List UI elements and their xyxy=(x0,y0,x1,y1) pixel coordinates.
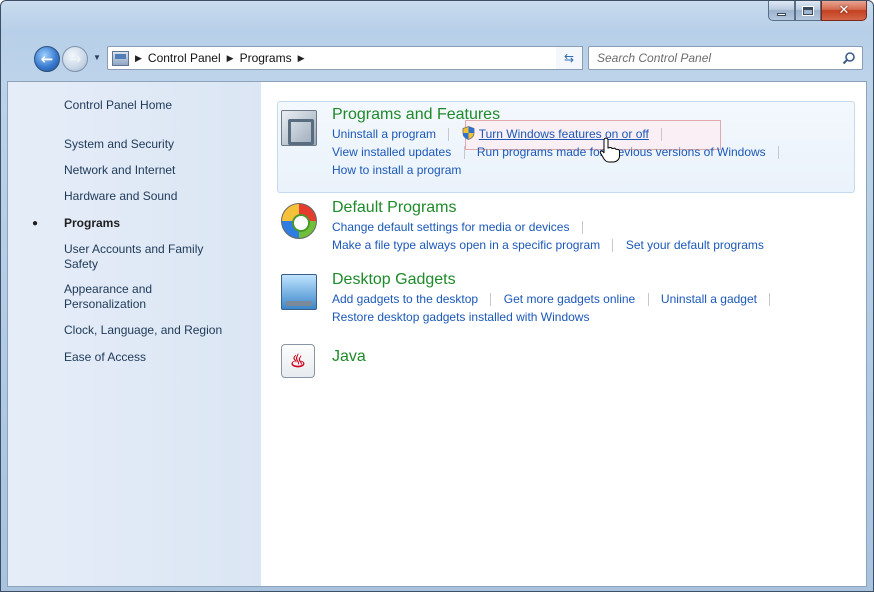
sidebar: Control Panel Home System and Security N… xyxy=(8,82,261,586)
link-separator xyxy=(448,128,450,142)
caption-buttons: ✕ xyxy=(768,1,867,21)
view-installed-updates-link[interactable]: View installed updates xyxy=(332,145,451,159)
uninstall-program-link[interactable]: Uninstall a program xyxy=(332,127,436,141)
links-row: Make a file type always open in a specif… xyxy=(332,236,764,254)
programs-and-features-section: Programs and Features Uninstall a progra… xyxy=(332,105,788,179)
link-separator xyxy=(581,221,583,235)
java-section: Java xyxy=(332,347,366,367)
breadcrumb-arrow-icon[interactable]: ▶ xyxy=(298,53,305,64)
link-separator xyxy=(463,146,465,160)
maximize-button[interactable] xyxy=(795,1,821,21)
java-icon[interactable]: ♨ xyxy=(281,344,315,378)
search-input[interactable] xyxy=(597,51,827,65)
link-separator xyxy=(661,128,663,142)
turn-windows-features-link[interactable]: Turn Windows features on or off xyxy=(479,127,649,141)
breadcrumb-control-panel[interactable]: Control Panel xyxy=(148,51,221,65)
how-to-install-link[interactable]: How to install a program xyxy=(332,161,788,179)
desktop-gadgets-section: Desktop Gadgets Add gadgets to the deskt… xyxy=(332,270,779,326)
desktop-gadgets-icon[interactable] xyxy=(281,274,317,310)
restore-gadgets-link[interactable]: Restore desktop gadgets installed with W… xyxy=(332,308,779,326)
programs-and-features-title[interactable]: Programs and Features xyxy=(332,105,788,125)
close-button[interactable]: ✕ xyxy=(821,1,867,21)
hand-cursor-icon xyxy=(599,137,620,163)
title-bar[interactable]: ✕ xyxy=(1,1,873,31)
sidebar-item-network-and-internet[interactable]: Network and Internet xyxy=(64,163,175,178)
forward-button[interactable]: → xyxy=(62,46,88,72)
sidebar-item-user-accounts[interactable]: User Accounts and Family Safety xyxy=(64,242,234,272)
links-row: Uninstall a program Turn Windows feature… xyxy=(332,125,788,143)
forward-arrow-icon: → xyxy=(68,50,82,68)
active-bullet-icon: ● xyxy=(32,218,39,229)
java-title[interactable]: Java xyxy=(332,347,366,367)
get-more-gadgets-link[interactable]: Get more gadgets online xyxy=(504,292,635,306)
set-default-programs-link[interactable]: Set your default programs xyxy=(626,238,764,252)
run-previous-versions-link[interactable]: Run programs made for previous versions … xyxy=(477,145,766,159)
search-box[interactable] xyxy=(588,46,863,70)
add-gadgets-link[interactable]: Add gadgets to the desktop xyxy=(332,292,478,306)
recent-pages-dropdown[interactable]: ▼ xyxy=(93,53,101,62)
default-programs-icon[interactable] xyxy=(281,203,317,239)
programs-and-features-icon[interactable] xyxy=(281,110,317,146)
back-button[interactable]: ← xyxy=(34,46,60,72)
search-icon[interactable] xyxy=(842,51,856,65)
uninstall-gadget-link[interactable]: Uninstall a gadget xyxy=(661,292,757,306)
link-separator xyxy=(647,293,649,307)
refresh-icon: ⇆ xyxy=(563,51,575,65)
close-icon: ✕ xyxy=(838,3,850,18)
sidebar-item-system-and-security[interactable]: System and Security xyxy=(64,137,174,152)
sidebar-item-clock-language-region[interactable]: Clock, Language, and Region xyxy=(64,323,222,338)
default-programs-title[interactable]: Default Programs xyxy=(332,198,764,218)
change-default-settings-link[interactable]: Change default settings for media or dev… xyxy=(332,220,569,234)
back-arrow-icon: ← xyxy=(40,50,54,68)
links-row: View installed updates Run programs made… xyxy=(332,143,788,161)
minimize-icon xyxy=(777,12,786,16)
main-panel: Programs and Features Uninstall a progra… xyxy=(261,82,866,586)
link-separator xyxy=(778,146,780,160)
default-programs-section: Default Programs Change default settings… xyxy=(332,198,764,254)
link-separator xyxy=(490,293,492,307)
control-panel-icon xyxy=(112,50,129,66)
file-type-association-link[interactable]: Make a file type always open in a specif… xyxy=(332,238,600,252)
minimize-button[interactable] xyxy=(768,1,795,21)
refresh-button[interactable]: ⇆ xyxy=(556,46,583,70)
sidebar-item-programs: Programs xyxy=(64,216,121,230)
links-row: Change default settings for media or dev… xyxy=(332,218,764,236)
link-separator xyxy=(769,293,771,307)
address-bar[interactable]: ▶ Control Panel ▶ Programs ▶ ▼ xyxy=(107,46,583,70)
navigation-bar: ← → ▼ ▶ Control Panel ▶ Programs ▶ ▼ ⇆ xyxy=(1,31,873,83)
link-separator xyxy=(612,239,614,253)
sidebar-item-appearance[interactable]: Appearance and Personalization xyxy=(64,282,194,312)
sidebar-item-hardware-and-sound[interactable]: Hardware and Sound xyxy=(64,189,177,204)
links-row: Add gadgets to the desktop Get more gadg… xyxy=(332,290,779,308)
uac-shield-icon xyxy=(462,126,475,140)
breadcrumb-programs[interactable]: Programs xyxy=(240,51,292,65)
maximize-icon xyxy=(802,5,814,16)
sidebar-item-control-panel-home[interactable]: Control Panel Home xyxy=(64,98,172,113)
content-area: Control Panel Home System and Security N… xyxy=(7,81,867,587)
breadcrumb-arrow-icon[interactable]: ▶ xyxy=(227,53,234,64)
breadcrumb-arrow-icon[interactable]: ▶ xyxy=(135,53,142,64)
desktop-gadgets-title[interactable]: Desktop Gadgets xyxy=(332,270,779,290)
control-panel-window: ✕ ← → ▼ ▶ Control Panel ▶ Programs ▶ ▼ ⇆ xyxy=(0,0,874,592)
sidebar-item-ease-of-access[interactable]: Ease of Access xyxy=(64,350,146,365)
